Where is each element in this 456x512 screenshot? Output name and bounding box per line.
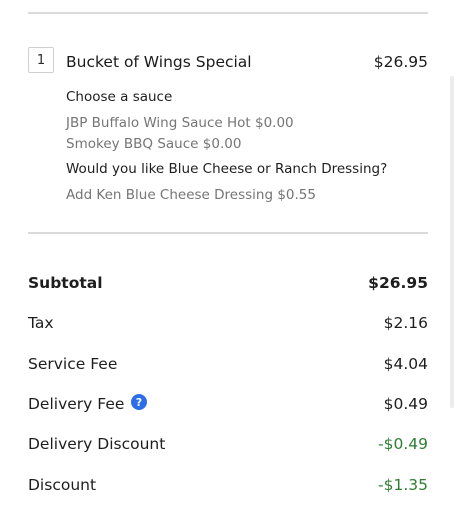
option-value: JBP Buffalo Wing Sauce Hot $0.00 — [66, 115, 294, 131]
discount-value: -$1.35 — [378, 476, 428, 494]
option-value: Add Ken Blue Cheese Dressing $0.55 — [66, 187, 316, 203]
item-price: $26.95 — [373, 53, 428, 71]
subtotal-label: Subtotal — [28, 274, 103, 292]
tax-value: $2.16 — [383, 314, 428, 332]
scrollbar[interactable] — [450, 76, 454, 408]
section-divider — [28, 232, 428, 234]
option-group-title: Choose a sauce — [66, 89, 173, 105]
delivery-discount-label: Delivery Discount — [28, 435, 166, 453]
option-value: Smokey BBQ Sauce $0.00 — [66, 136, 242, 152]
subtotal-value: $26.95 — [368, 274, 428, 292]
option-group-title: Would you like Blue Cheese or Ranch Dres… — [66, 161, 388, 177]
service-fee-label: Service Fee — [28, 355, 118, 373]
tax-label: Tax — [28, 314, 54, 332]
item-name: Bucket of Wings Special — [66, 53, 252, 71]
service-fee-value: $4.04 — [383, 355, 428, 373]
quantity-box[interactable]: 1 — [28, 47, 54, 73]
delivery-fee-value: $0.49 — [383, 395, 428, 413]
delivery-discount-value: -$0.49 — [378, 435, 428, 453]
top-divider — [28, 12, 428, 14]
discount-label: Discount — [28, 476, 97, 494]
question-circle-icon[interactable]: ? — [131, 394, 147, 410]
delivery-fee-label: Delivery Fee — [28, 395, 125, 413]
